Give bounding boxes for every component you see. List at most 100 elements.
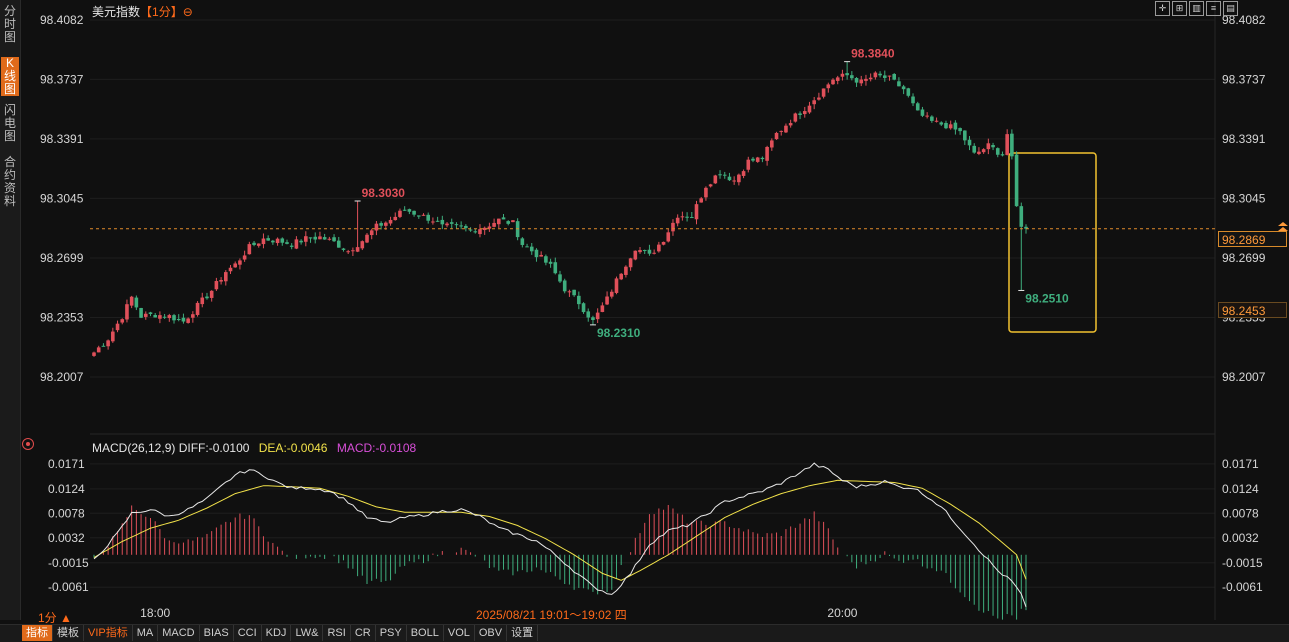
candle-body bbox=[774, 132, 779, 140]
candle bbox=[492, 218, 496, 228]
layout-icon[interactable]: ▤ bbox=[1223, 1, 1238, 16]
candle bbox=[313, 232, 318, 244]
indicator-tab-12[interactable]: BOLL bbox=[407, 625, 444, 641]
expand-icon[interactable]: ⊞ bbox=[1172, 1, 1187, 16]
indicator-tab-13[interactable]: VOL bbox=[444, 625, 475, 641]
candle bbox=[741, 169, 746, 179]
indicator-tab-5[interactable]: BIAS bbox=[200, 625, 234, 641]
candle-body bbox=[577, 295, 581, 305]
candle-body bbox=[760, 157, 765, 160]
indicator-tab-7[interactable]: KDJ bbox=[262, 625, 292, 641]
candle-body bbox=[426, 214, 431, 221]
candle-body bbox=[901, 86, 906, 90]
indicator-tab-9[interactable]: RSI bbox=[323, 625, 351, 641]
candle-body bbox=[351, 250, 355, 252]
candle bbox=[256, 243, 261, 248]
candle-body bbox=[939, 122, 944, 125]
candle bbox=[445, 222, 449, 228]
candle bbox=[812, 96, 816, 110]
bar-icon[interactable]: ▥ bbox=[1189, 1, 1204, 16]
candle-body bbox=[704, 187, 708, 198]
candle bbox=[873, 71, 878, 80]
candle bbox=[529, 242, 534, 255]
candle-body bbox=[242, 255, 247, 260]
candle bbox=[864, 74, 868, 86]
candle bbox=[449, 218, 454, 229]
candle bbox=[708, 183, 713, 188]
time-tick-0: 18:00 bbox=[140, 606, 170, 620]
candle-body bbox=[835, 77, 840, 81]
indicator-tab-4[interactable]: MACD bbox=[158, 625, 200, 641]
candle bbox=[487, 222, 492, 232]
candle-body bbox=[120, 319, 125, 323]
price-tick-left-2: 98.3391 bbox=[40, 132, 84, 146]
candle bbox=[930, 115, 934, 123]
candle bbox=[360, 240, 365, 251]
chart-canvas[interactable]: 98.303098.384098.231098.2510 98.4082 98.4… bbox=[0, 0, 1289, 641]
indicator-tab-6[interactable]: CCI bbox=[234, 625, 262, 641]
candle-body bbox=[336, 240, 341, 248]
candle-body bbox=[751, 158, 755, 161]
candle-body bbox=[591, 317, 595, 321]
indicator-tab-14[interactable]: OBV bbox=[475, 625, 508, 641]
macd-diff-line bbox=[93, 462, 1027, 608]
macd-tick-left-3: 0.0032 bbox=[48, 531, 85, 545]
candle-body bbox=[831, 79, 835, 85]
indicator-tab-8[interactable]: LW& bbox=[291, 625, 324, 641]
indicator-tab-3[interactable]: MA bbox=[133, 625, 159, 641]
candle bbox=[675, 214, 680, 227]
candle-body bbox=[388, 219, 393, 224]
candle-body bbox=[680, 216, 685, 218]
candle bbox=[567, 289, 572, 297]
indicator-settings-icon[interactable] bbox=[22, 438, 34, 450]
candle bbox=[642, 249, 647, 255]
candle bbox=[624, 265, 628, 278]
candle bbox=[459, 221, 463, 230]
candle-body bbox=[506, 221, 511, 224]
candle-body bbox=[972, 145, 977, 153]
candle-body bbox=[374, 223, 379, 231]
candle-body bbox=[718, 174, 722, 176]
period-switch-icon[interactable]: ⊖ bbox=[183, 5, 193, 19]
candle bbox=[798, 111, 802, 120]
indicator-tab-0[interactable]: 指标 bbox=[22, 625, 53, 641]
macd-tick-right-1: 0.0124 bbox=[1222, 482, 1259, 496]
candle bbox=[897, 77, 901, 87]
candle-body bbox=[995, 148, 1000, 155]
candle bbox=[412, 210, 416, 217]
candle bbox=[200, 292, 205, 308]
indicator-tab-2[interactable]: VIP指标 bbox=[84, 625, 133, 641]
candle bbox=[995, 147, 1000, 158]
indicator-tab-11[interactable]: PSY bbox=[376, 625, 407, 641]
candle-body bbox=[689, 217, 694, 219]
candle bbox=[539, 251, 543, 257]
candle bbox=[694, 200, 699, 225]
candle bbox=[285, 239, 289, 245]
candle bbox=[892, 73, 897, 81]
grid-icon[interactable]: ✛ bbox=[1155, 1, 1170, 16]
candle-body bbox=[807, 105, 812, 113]
candle-body bbox=[977, 151, 981, 154]
candle-body bbox=[784, 125, 788, 133]
candle-body bbox=[788, 123, 793, 126]
candle-body bbox=[793, 113, 798, 122]
candle-body bbox=[384, 222, 388, 226]
indicator-tab-15[interactable]: 设置 bbox=[507, 625, 539, 641]
candle-body bbox=[360, 241, 365, 249]
indicator-tab-1[interactable]: 模板 bbox=[53, 625, 84, 641]
candle bbox=[657, 241, 661, 253]
annotation-label-2: 98.2310 bbox=[597, 326, 641, 340]
candle bbox=[605, 291, 609, 306]
candle-body bbox=[887, 75, 892, 77]
candle bbox=[318, 231, 322, 240]
candle-body bbox=[685, 216, 689, 218]
candle-body bbox=[318, 236, 322, 240]
candle-body bbox=[129, 296, 134, 306]
candle-body bbox=[737, 174, 741, 183]
indicator-tab-10[interactable]: CR bbox=[351, 625, 376, 641]
candle bbox=[595, 308, 600, 323]
price-tick-left-5: 98.2353 bbox=[40, 310, 84, 324]
candle-body bbox=[407, 209, 412, 212]
candle-body bbox=[497, 218, 501, 225]
settings-icon[interactable]: ≡ bbox=[1206, 1, 1221, 16]
